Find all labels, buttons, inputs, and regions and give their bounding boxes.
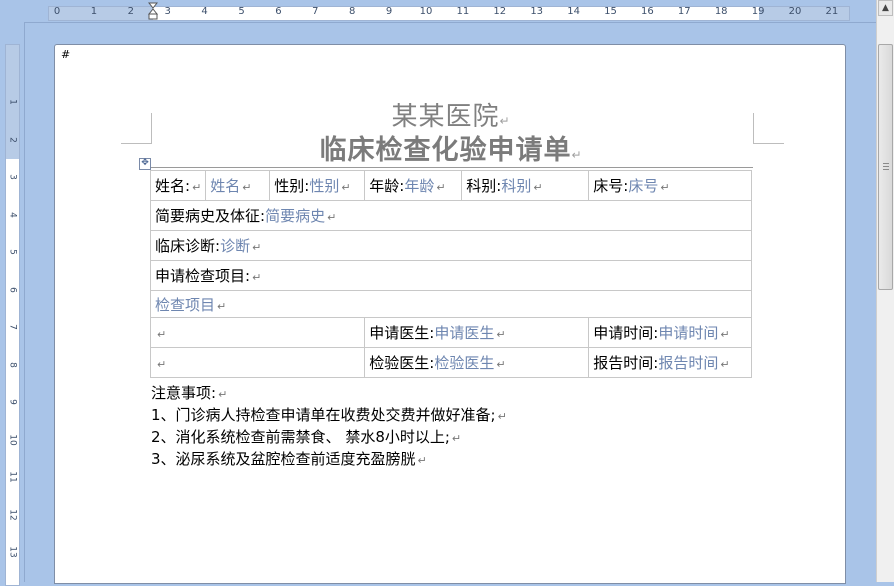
ruler-number: 13: [7, 546, 18, 558]
ruler-number: 1: [90, 6, 98, 17]
age-cell[interactable]: 年龄:年龄 ↵: [364, 170, 463, 201]
note-item: 2、消化系统检查前需禁食、 禁水8小时以上; ↵: [151, 428, 462, 446]
title-underline: [139, 167, 753, 168]
items-value-cell[interactable]: 检查项目 ↵: [150, 290, 752, 318]
ruler-number: 7: [7, 324, 18, 330]
vertical-scrollbar[interactable]: ▲: [876, 0, 894, 582]
diagnosis-field: 诊断: [220, 237, 251, 255]
history-cell[interactable]: 简要病史及体征:简要病史 ↵: [150, 200, 752, 231]
bed-cell[interactable]: 床号:床号 ↵: [588, 170, 752, 201]
note-item: 1、门诊病人持检查申请单在收费处交费并做好准备; ↵: [151, 406, 507, 424]
horizontal-ruler[interactable]: 0 1 2 3 4 5 6 7 8 9 10 11 12 13 14 15 16 17 18 19 20 21: [0, 0, 876, 23]
ruler-number: 2: [7, 136, 18, 143]
ruler-number: 8: [349, 6, 356, 17]
ruler-number: 7: [312, 6, 319, 17]
sex-cell[interactable]: 性别:性别 ↵: [269, 170, 366, 201]
name-value-cell[interactable]: 姓名 ↵: [205, 170, 271, 201]
ruler-number: 5: [7, 249, 18, 255]
request-doctor-field: 申请医生: [434, 324, 495, 342]
grip-line: [883, 163, 889, 164]
ruler-number: 11: [7, 471, 18, 483]
diagnosis-cell[interactable]: 临床诊断:诊断 ↵: [150, 230, 752, 261]
ruler-number: 10: [7, 433, 18, 446]
bed-field: 床号: [628, 177, 659, 195]
ruler-number: 1: [7, 99, 18, 105]
blank-cell[interactable]: ↵: [149, 317, 366, 348]
ruler-number: 6: [7, 286, 18, 293]
ruler-number: 17: [677, 6, 691, 17]
grip-line: [883, 166, 889, 167]
notes-heading: 注意事项: ↵: [151, 384, 228, 402]
table-row: ↵ 检验医生:检验医生 ↵ 报告时间:报告时间 ↵: [149, 347, 752, 378]
ruler-number: 14: [567, 6, 580, 17]
ruler-number: 3: [7, 174, 18, 180]
name-field: 姓名: [210, 177, 241, 195]
document-page[interactable]: # 某某医院↵ 临床检查化验申请单↵ ✥ 姓名: ↵ 姓名 ↵ 性别:性别 ↵ 年龄:…: [54, 44, 846, 584]
table-row: 临床诊断:诊断 ↵: [150, 230, 752, 261]
grip-line: [883, 169, 889, 170]
ruler-number: 2: [127, 6, 134, 17]
name-label-cell[interactable]: 姓名: ↵: [149, 170, 207, 201]
ruler-number: 4: [201, 6, 208, 17]
lab-doctor-cell[interactable]: 检验医生:检验医生 ↵: [364, 347, 590, 378]
dept-cell[interactable]: 科别:科别 ↵: [461, 170, 590, 201]
ruler-number: 8: [7, 361, 18, 368]
table-row: 申请检查项目: ↵: [150, 260, 752, 291]
table-move-handle-icon[interactable]: ✥: [139, 158, 151, 170]
ruler-number: 20: [788, 6, 802, 17]
form-title[interactable]: 临床检查化验申请单↵: [55, 128, 847, 167]
ruler-number: 10: [419, 6, 433, 17]
ruler-number: 6: [275, 6, 282, 17]
request-time-cell[interactable]: 申请时间:申请时间 ↵: [588, 317, 752, 348]
table-row: 姓名: ↵ 姓名 ↵ 性别:性别 ↵ 年龄:年龄 ↵ 科别:科别 ↵ 床号:床号 ↵: [149, 170, 752, 201]
lab-doctor-field: 检验医生: [434, 354, 495, 372]
anchor-mark: #: [61, 48, 71, 61]
ruler-number: 4: [7, 211, 18, 218]
ruler-number: 18: [714, 6, 728, 17]
indent-marker-icon[interactable]: [148, 2, 158, 20]
table-row: 检查项目 ↵: [150, 290, 752, 318]
ruler-number: 16: [641, 6, 654, 17]
ruler-number: 11: [456, 6, 470, 17]
request-doctor-cell[interactable]: 申请医生:申请医生 ↵: [364, 317, 590, 348]
notes-section[interactable]: 注意事项: ↵ 1、门诊病人持检查申请单在收费处交费并做好准备; ↵ 2、消化系统检…: [151, 383, 507, 471]
history-field: 简要病史: [265, 207, 326, 225]
ruler-left-margin: [49, 7, 153, 20]
items-label-cell[interactable]: 申请检查项目: ↵: [150, 260, 752, 291]
items-field: 检查项目: [155, 295, 216, 314]
ruler-number: 15: [604, 6, 617, 17]
blank-cell[interactable]: ↵: [149, 347, 366, 378]
ruler-number: 9: [385, 6, 393, 17]
ruler-number: 3: [164, 6, 171, 17]
scroll-up-button[interactable]: ▲: [878, 0, 893, 16]
horizontal-ruler-track[interactable]: 0 1 2 3 4 5 6 7 8 9 10 11 12 13 14 15 16 17 18 19 20 21: [48, 6, 850, 21]
arrow-up-icon: ▲: [882, 3, 889, 13]
report-time-field: 报告时间: [658, 354, 719, 372]
ruler-number: 13: [530, 6, 544, 17]
ruler-number: 12: [493, 6, 507, 17]
dept-field: 科别: [501, 177, 532, 195]
vertical-ruler-track[interactable]: 1 2 3 4 5 6 7 8 9 10 11 12 13: [5, 44, 20, 586]
ruler-number: 19: [751, 6, 765, 17]
table-row: 简要病史及体征:简要病史 ↵: [150, 200, 752, 231]
ruler-number: 5: [238, 6, 245, 17]
ruler-number: 9: [7, 399, 18, 405]
ruler-number: 12: [7, 508, 18, 521]
request-time-field: 申请时间: [658, 324, 719, 342]
ruler-number: 21: [825, 6, 839, 17]
table-row: ↵ 申请医生:申请医生 ↵ 申请时间:申请时间 ↵: [149, 317, 752, 348]
sex-field: 性别: [309, 177, 340, 195]
note-item: 3、泌尿系统及盆腔检查前适度充盈膀胱 ↵: [151, 450, 427, 468]
request-form-table[interactable]: 姓名: ↵ 姓名 ↵ 性别:性别 ↵ 年龄:年龄 ↵ 科别:科别 ↵ 床号:床号 ↵ 简要病…: [149, 170, 752, 378]
report-time-cell[interactable]: 报告时间:报告时间 ↵: [588, 347, 752, 378]
vertical-ruler[interactable]: 1 2 3 4 5 6 7 8 9 10 11 12 13: [0, 22, 25, 586]
ruler-number: 0: [53, 6, 61, 17]
scroll-thumb[interactable]: [878, 44, 893, 290]
age-field: 年龄: [404, 177, 435, 195]
